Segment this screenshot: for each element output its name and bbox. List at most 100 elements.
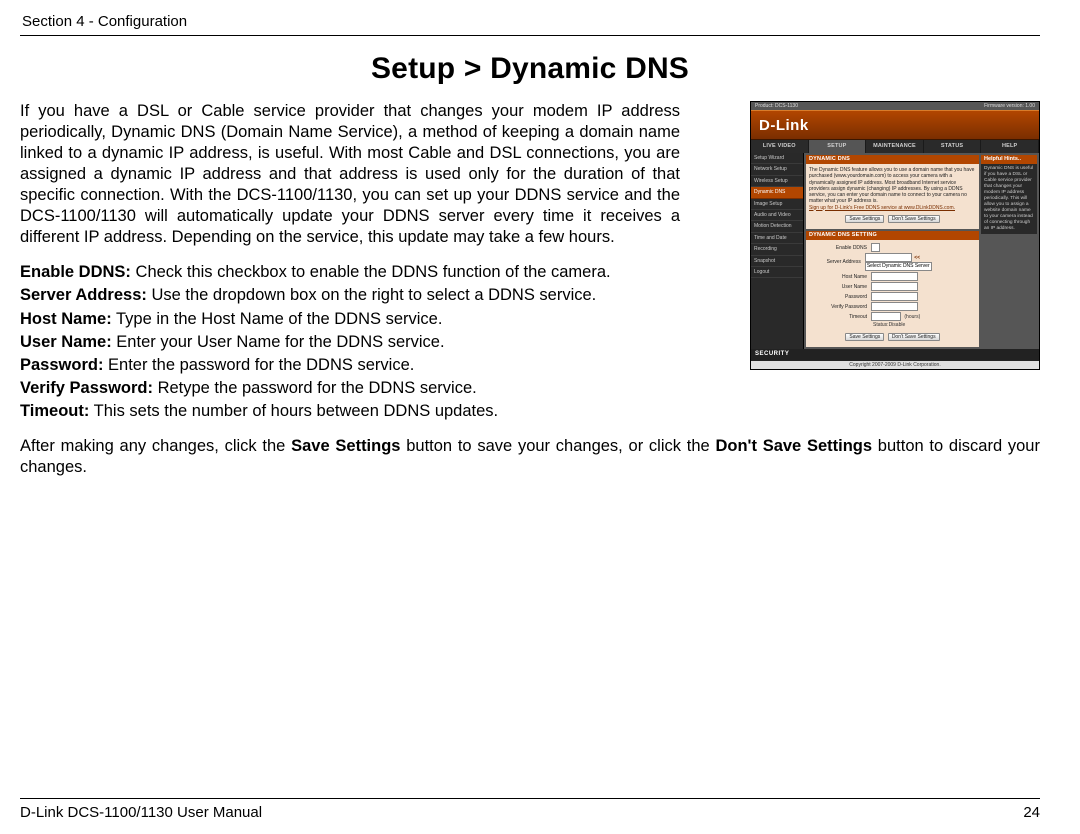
intro-paragraph: If you have a DSL or Cable service provi…: [20, 101, 680, 249]
password-input[interactable]: [871, 292, 918, 301]
field-label: Password:: [20, 356, 103, 374]
field-user-name: User Name: Enter your User Name for the …: [20, 332, 680, 353]
row-label: Password: [809, 294, 871, 300]
closing-text: button to save your changes, or click th…: [400, 437, 715, 455]
router-nav: LIVE VIDEO SETUP MAINTENANCE STATUS HELP: [751, 140, 1039, 153]
dont-save-settings-button[interactable]: Don't Save Settings: [888, 333, 940, 341]
row-label: Server Address: [809, 259, 865, 265]
router-main: DYNAMIC DNS The Dynamic DNS feature allo…: [804, 153, 981, 349]
footer-rule: [20, 798, 1040, 799]
row-label: User Name: [809, 284, 871, 290]
field-verify-password: Verify Password: Retype the password for…: [20, 378, 680, 399]
field-enable-ddns: Enable DDNS: Check this checkbox to enab…: [20, 262, 680, 283]
row-label: Verify Password: [809, 304, 871, 310]
row-password: Password: [809, 292, 976, 301]
dont-save-settings-button[interactable]: Don't Save Settings: [888, 215, 940, 223]
help-heading: Helpful Hints..: [981, 155, 1037, 164]
router-screenshot: Product: DCS-1130 Firmware version: 1.00…: [750, 101, 1040, 370]
row-server-address: Server Address << Select Dynamic DNS Ser…: [809, 253, 976, 271]
row-label: Host Name: [809, 274, 871, 280]
field-timeout: Timeout: This sets the number of hours b…: [20, 401, 680, 422]
sidebar-item-motion-detection[interactable]: Motion Detection: [751, 221, 803, 232]
field-label: Enable DDNS:: [20, 263, 131, 281]
closing-paragraph: After making any changes, click the Save…: [20, 436, 1040, 478]
sidebar-item-audio-video[interactable]: Audio and Video: [751, 210, 803, 221]
sidebar-item-logout[interactable]: Logout: [751, 267, 803, 278]
sidebar-item-dynamic-dns[interactable]: Dynamic DNS: [751, 187, 803, 198]
dlink-logo: D-Link: [759, 116, 809, 135]
row-enable-ddns: Enable DDNS: [809, 243, 976, 252]
field-desc: This sets the number of hours between DD…: [89, 402, 498, 420]
closing-dont-label: Don't Save Settings: [715, 437, 872, 455]
tab-setup[interactable]: SETUP: [809, 140, 867, 153]
footer-page-number: 24: [1023, 803, 1040, 822]
tab-live-video[interactable]: LIVE VIDEO: [751, 140, 809, 153]
field-label: User Name:: [20, 333, 112, 351]
security-bar: SECURITY: [751, 349, 1039, 361]
row-status: Status:Disable: [809, 322, 976, 328]
tab-status[interactable]: STATUS: [924, 140, 982, 153]
enable-ddns-checkbox[interactable]: [871, 243, 880, 252]
router-copyright: Copyright 2007-2009 D-Link Corporation.: [751, 361, 1039, 369]
signup-link[interactable]: Sign up for D-Link's Free DDNS service a…: [809, 205, 955, 211]
sidebar-item-recording[interactable]: Recording: [751, 244, 803, 255]
closing-save-label: Save Settings: [291, 437, 400, 455]
content-area: If you have a DSL or Cable service provi…: [20, 101, 1040, 479]
panel-heading: DYNAMIC DNS SETTING: [806, 231, 979, 240]
panel-desc: The Dynamic DNS feature allows you to us…: [809, 167, 974, 204]
field-password: Password: Enter the password for the DDN…: [20, 355, 680, 376]
tab-maintenance[interactable]: MAINTENANCE: [866, 140, 924, 153]
field-desc: Type in the Host Name of the DDNS servic…: [112, 310, 443, 328]
field-desc: Retype the password for the DDNS service…: [153, 379, 477, 397]
status-value: Status:Disable: [873, 322, 905, 328]
user-name-input[interactable]: [871, 282, 918, 291]
page-footer: D-Link DCS-1100/1130 User Manual 24: [20, 794, 1040, 822]
field-desc: Use the dropdown box on the right to sel…: [147, 286, 596, 304]
footer-left: D-Link DCS-1100/1130 User Manual: [20, 803, 262, 822]
router-help-column: Helpful Hints.. Dynamic DNS is useful if…: [981, 153, 1039, 349]
sidebar-item-setup-wizard[interactable]: Setup Wizard: [751, 153, 803, 164]
verify-password-input[interactable]: [871, 302, 918, 311]
sidebar-item-image-setup[interactable]: Image Setup: [751, 199, 803, 210]
ddns-server-select[interactable]: Select Dynamic DNS Server: [865, 262, 932, 271]
sidebar-item-time-date[interactable]: Time and Date: [751, 233, 803, 244]
closing-text: After making any changes, click the: [20, 437, 291, 455]
save-settings-button[interactable]: Save Settings: [845, 215, 884, 223]
panel-button-row: Save Settings Don't Save Settings: [809, 215, 976, 223]
timeout-input[interactable]: [871, 312, 901, 321]
sidebar-item-wireless-setup[interactable]: Wireless Setup: [751, 176, 803, 187]
tab-help[interactable]: HELP: [981, 140, 1039, 153]
field-desc: Check this checkbox to enable the DDNS f…: [131, 263, 611, 281]
header-rule: [20, 35, 1040, 36]
sidebar-item-network-setup[interactable]: Network Setup: [751, 164, 803, 175]
panel-dynamic-dns: DYNAMIC DNS The Dynamic DNS feature allo…: [806, 155, 979, 229]
field-label: Host Name:: [20, 310, 112, 328]
row-timeout: Timeout (hours): [809, 312, 976, 321]
sidebar-item-snapshot[interactable]: Snapshot: [751, 256, 803, 267]
router-product: Product: DCS-1130: [755, 103, 798, 109]
field-server-address: Server Address: Use the dropdown box on …: [20, 285, 680, 306]
router-firmware: Firmware version: 1.00: [984, 103, 1035, 109]
field-label: Timeout:: [20, 402, 89, 420]
router-sidebar: Setup Wizard Network Setup Wireless Setu…: [751, 153, 804, 349]
router-brandbar: D-Link: [751, 110, 1039, 140]
field-label: Server Address:: [20, 286, 147, 304]
router-topbar: Product: DCS-1130 Firmware version: 1.00: [751, 102, 1039, 110]
field-desc: Enter your User Name for the DDNS servic…: [112, 333, 445, 351]
help-text: Dynamic DNS is useful if you have a DSL …: [981, 164, 1037, 234]
header-section: Section 4 - Configuration: [22, 12, 1040, 31]
timeout-unit: (hours): [904, 314, 920, 320]
panel-button-row: Save Settings Don't Save Settings: [809, 333, 976, 341]
field-host-name: Host Name: Type in the Host Name of the …: [20, 309, 680, 330]
row-verify-password: Verify Password: [809, 302, 976, 311]
server-address-input[interactable]: [865, 253, 912, 262]
host-name-input[interactable]: [871, 272, 918, 281]
page-title: Setup > Dynamic DNS: [20, 50, 1040, 88]
panel-text: The Dynamic DNS feature allows you to us…: [809, 167, 976, 211]
panel-ddns-setting: DYNAMIC DNS SETTING Enable DDNS Server A…: [806, 231, 979, 347]
save-settings-button[interactable]: Save Settings: [845, 333, 884, 341]
row-label: Enable DDNS: [809, 245, 871, 251]
row-label: Timeout: [809, 314, 871, 320]
field-desc: Enter the password for the DDNS service.: [103, 356, 414, 374]
selector-arrows-icon: <<: [914, 255, 920, 261]
